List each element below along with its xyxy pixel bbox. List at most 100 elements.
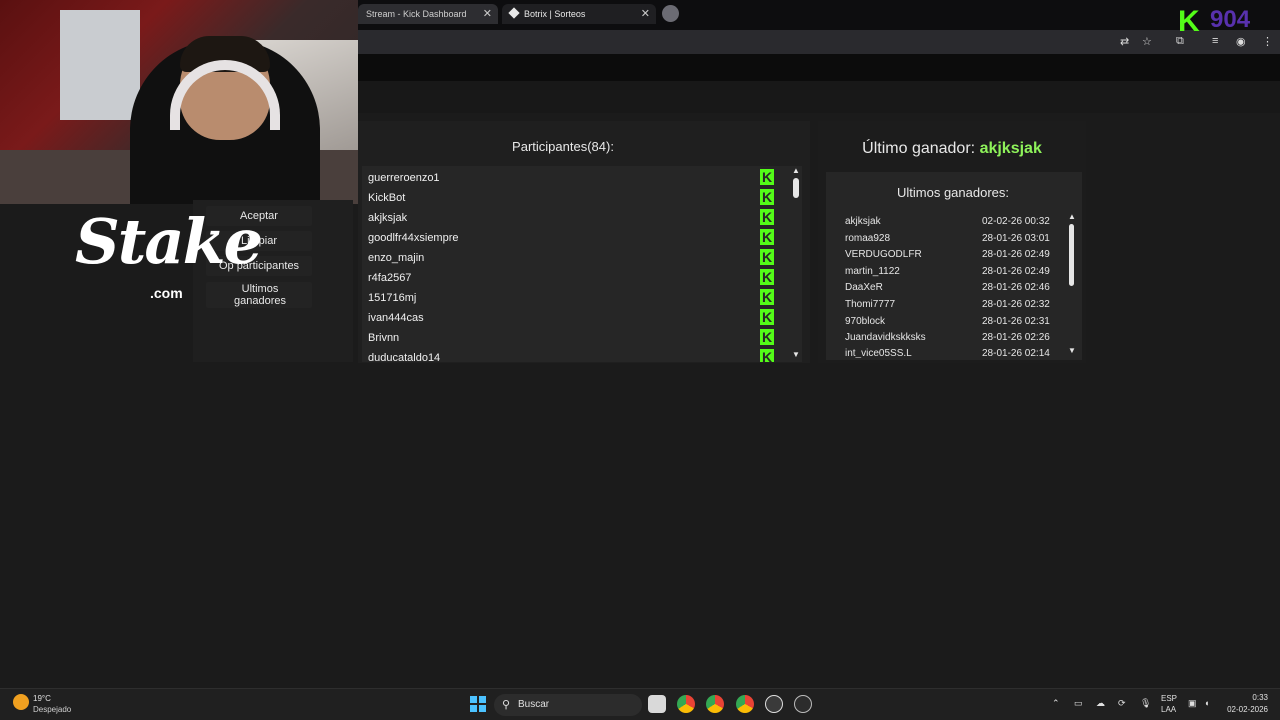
winners-scrollbar[interactable]: ▲ ▼ (1066, 212, 1078, 358)
chevron-up-icon[interactable]: ⌃ (1052, 698, 1060, 709)
kick-overlay-number: 904 (1210, 6, 1251, 33)
table-row: Thomi7777 28-01-26 02:32 (845, 299, 1055, 310)
kick-icon (760, 229, 774, 245)
winner-date: 28-01-26 02:49 (982, 266, 1050, 277)
clock-date[interactable]: 02-02-2026 (1222, 705, 1268, 714)
search-icon: ⚲ (502, 699, 511, 711)
new-tab-button[interactable] (662, 5, 679, 22)
winner-name: Juandavidkskksks (845, 332, 926, 343)
scroll-thumb[interactable] (793, 178, 799, 198)
chrome-icon[interactable] (677, 695, 695, 713)
webcam-overlay (0, 0, 358, 204)
keyboard-layout[interactable]: LAA (1161, 705, 1176, 714)
kick-icon (760, 329, 774, 345)
table-row: 970block 28-01-26 02:31 (845, 316, 1055, 327)
winner-name: Thomi7777 (845, 299, 896, 310)
taskbar-search[interactable]: ⚲ Buscar (494, 694, 642, 716)
kick-icon (760, 309, 774, 325)
network-icon[interactable]: ▣ (1188, 698, 1197, 709)
media-icon[interactable]: ≡ (1212, 35, 1218, 47)
close-tab-icon[interactable]: ✕ (483, 7, 492, 20)
winner-date: 02-02-26 00:32 (982, 216, 1050, 227)
kick-icon (760, 169, 774, 185)
scroll-up-arrow-icon[interactable]: ▲ (1068, 212, 1076, 221)
list-item: akjksjak (368, 209, 778, 232)
botrix-favicon-icon (508, 7, 520, 19)
weather-icon[interactable] (13, 694, 29, 710)
kick-icon (760, 249, 774, 265)
scroll-down-arrow-icon[interactable]: ▼ (1068, 346, 1076, 355)
participant-name: ivan444cas (368, 312, 424, 324)
participants-title: Participantes(84): (512, 139, 614, 154)
translate-icon[interactable]: ⇄ (1120, 35, 1129, 48)
participant-name: Brivnn (368, 332, 400, 344)
tray-cloud-icon[interactable]: ☁ (1096, 698, 1105, 709)
bookmark-star-icon[interactable]: ☆ (1142, 35, 1152, 48)
clock-time[interactable]: 0:33 (1236, 693, 1268, 702)
scroll-up-arrow-icon[interactable]: ▲ (792, 166, 800, 175)
weather-temperature[interactable]: 19°C (33, 694, 51, 703)
list-item: enzo_majin (368, 249, 778, 272)
participant-name: enzo_majin (368, 252, 425, 264)
list-item: 151716mj (368, 289, 778, 312)
last-winner-heading: Último ganador: akjksjak (818, 140, 1086, 158)
close-tab-icon[interactable]: ✕ (641, 7, 650, 20)
list-item: ivan444cas (368, 309, 778, 332)
page-header (358, 54, 1280, 81)
last-winner-name: akjksjak (979, 140, 1042, 157)
winner-date: 28-01-26 02:31 (982, 316, 1050, 327)
menu-kebab-icon[interactable]: ⋮ (1262, 35, 1273, 48)
winner-name: romaa928 (845, 233, 891, 244)
windows-start-icon[interactable] (470, 696, 486, 712)
scroll-down-arrow-icon[interactable]: ▼ (792, 350, 800, 359)
tray-update-icon[interactable]: ⟳ (1118, 698, 1126, 709)
table-row: VERDUGODLFR 28-01-26 02:49 (845, 249, 1055, 260)
input-language[interactable]: ESP (1161, 694, 1177, 703)
winner-date: 28-01-26 02:32 (982, 299, 1050, 310)
stake-logo-suffix: .com (150, 285, 183, 301)
tab-label: Stream - Kick Dashboard (366, 9, 467, 19)
participants-list[interactable]: guerreroenzo1 KickBot akjksjak goodlfr44… (362, 166, 790, 362)
microphone-icon[interactable]: 🎙 (1140, 698, 1151, 709)
winner-date: 28-01-26 02:49 (982, 249, 1050, 260)
list-item: Brivnn (368, 329, 778, 352)
last-winners-button[interactable]: Ultimos ganadores (206, 282, 312, 308)
winner-date: 28-01-26 03:01 (982, 233, 1050, 244)
task-view-icon[interactable] (648, 695, 666, 713)
winner-name: int_vice05SS.L (845, 348, 912, 358)
media-player-icon[interactable] (765, 695, 783, 713)
winners-list-title: Ultimos ganadores: (897, 185, 1009, 200)
tab-kick-dashboard[interactable]: Stream - Kick Dashboard ✕ (358, 4, 498, 24)
participant-name: 151716mj (368, 292, 417, 304)
winner-name: 970block (845, 316, 886, 327)
chrome-profile-icon[interactable] (706, 695, 724, 713)
table-row: Juandavidkskksks 28-01-26 02:26 (845, 332, 1055, 343)
table-row: akjksjak 02-02-26 00:32 (845, 216, 1055, 227)
tray-app-icon[interactable]: ▭ (1074, 698, 1083, 709)
profile-icon[interactable]: ◉ (1236, 35, 1246, 48)
participants-scrollbar[interactable]: ▲ ▼ (790, 166, 802, 362)
obs-icon[interactable] (794, 695, 812, 713)
kick-icon (760, 189, 774, 205)
stake-logo: Stake (75, 205, 263, 278)
scroll-thumb[interactable] (1069, 224, 1074, 286)
volume-icon[interactable]: ◖ (1204, 698, 1209, 708)
tab-botrix-sorteos[interactable]: Botrix | Sorteos ✕ (502, 4, 656, 24)
table-row: martin_1122 28-01-26 02:49 (845, 266, 1055, 277)
weather-condition[interactable]: Despejado (33, 705, 71, 714)
winner-name: DaaXeR (845, 282, 883, 293)
kick-icon (760, 349, 774, 362)
webcam-background-window (60, 10, 140, 120)
table-row: DaaXeR 28-01-26 02:46 (845, 282, 1055, 293)
last-winner-label: Último ganador: (862, 140, 976, 157)
participant-name: akjksjak (368, 212, 408, 224)
page-navbar (358, 81, 1280, 113)
kick-icon (760, 289, 774, 305)
search-placeholder: Buscar (518, 699, 550, 710)
participant-name: r4fa2567 (368, 272, 412, 284)
winner-date: 28-01-26 02:26 (982, 332, 1050, 343)
table-row: romaa928 28-01-26 03:01 (845, 233, 1055, 244)
chrome-alt-icon[interactable] (736, 695, 754, 713)
winner-name: VERDUGODLFR (845, 249, 922, 260)
participant-name: guerreroenzo1 (368, 172, 440, 184)
